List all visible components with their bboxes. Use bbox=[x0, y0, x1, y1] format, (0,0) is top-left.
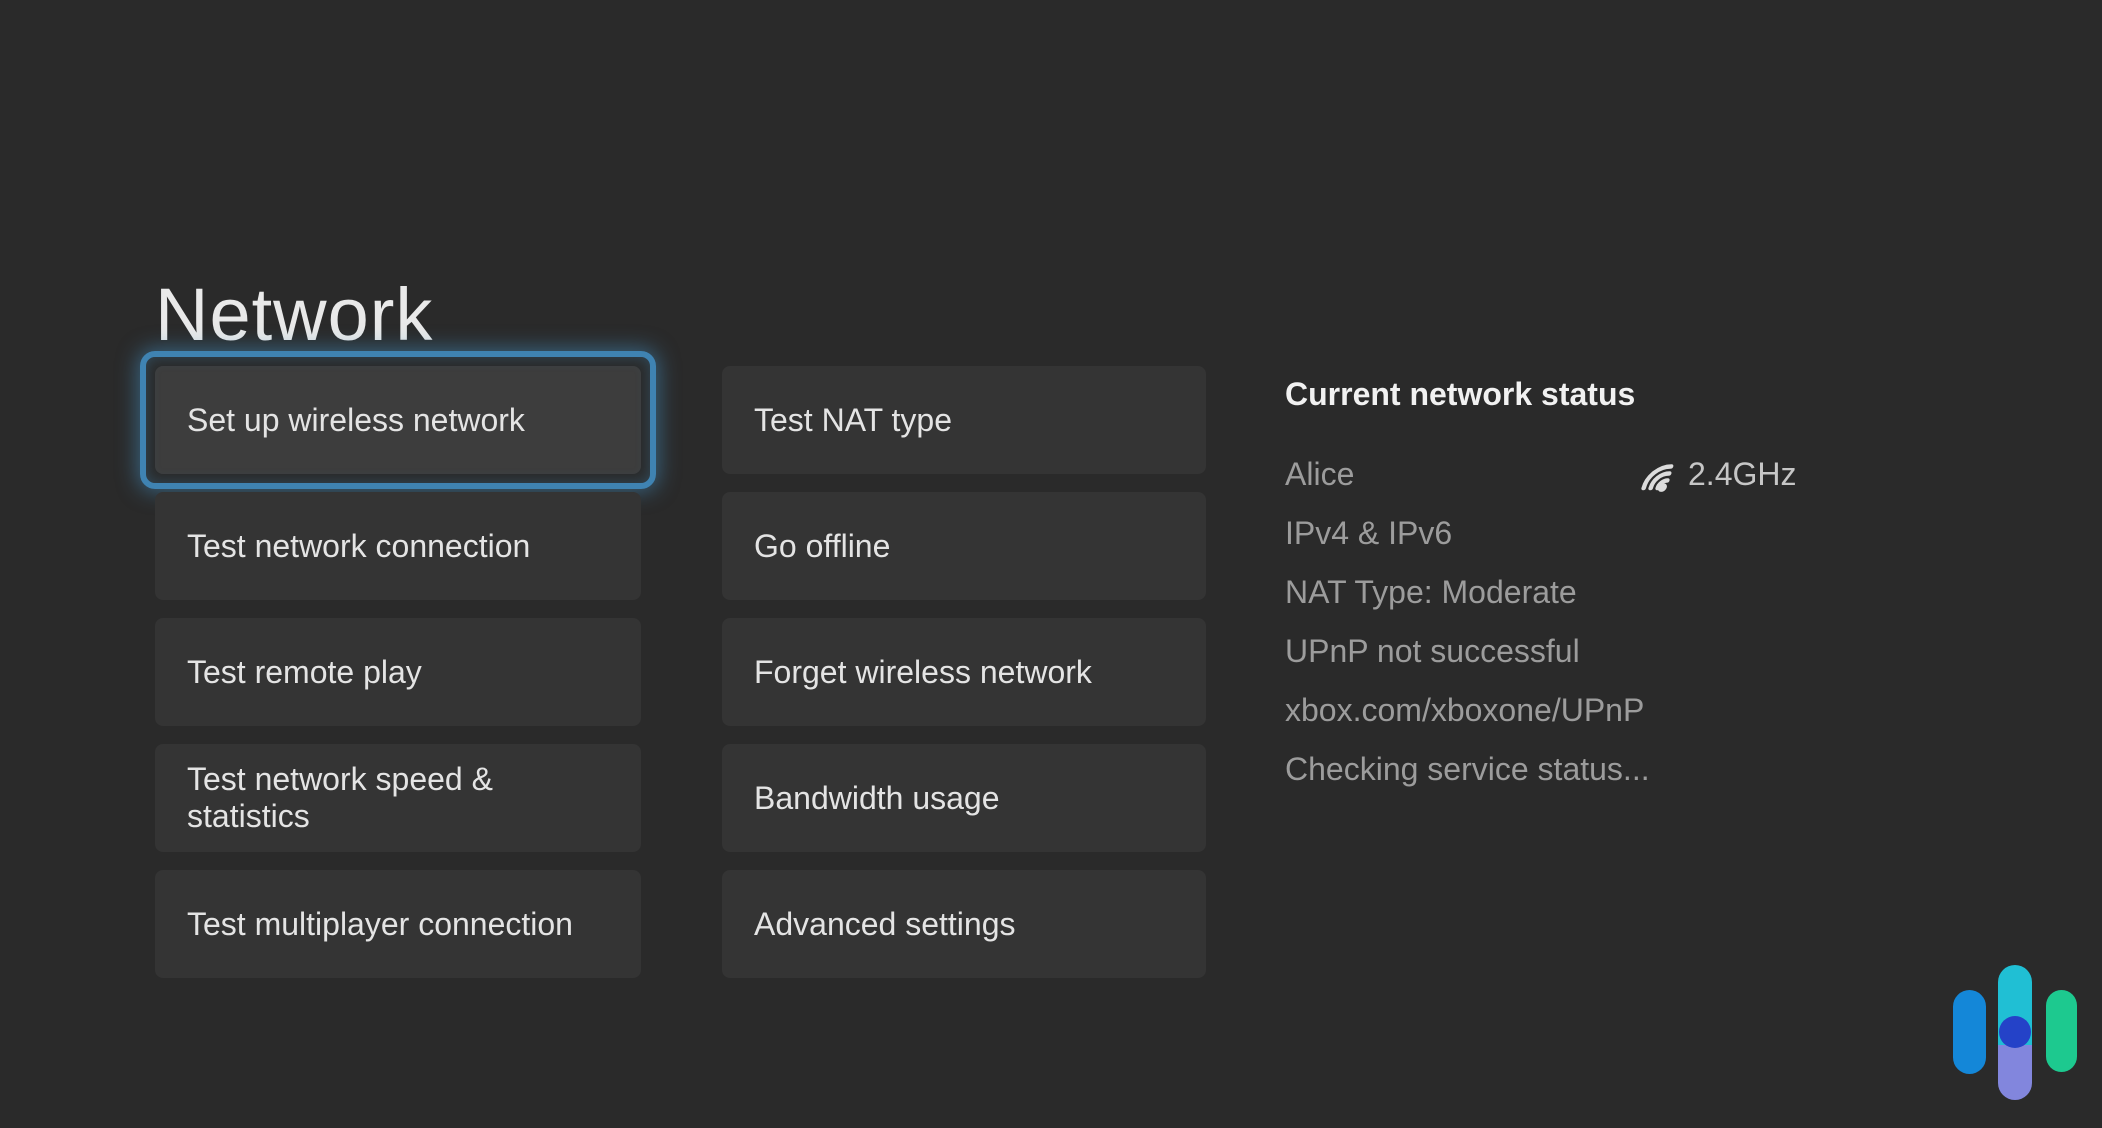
menu-column-1: Set up wireless network Test network con… bbox=[155, 366, 641, 978]
button-label: Bandwidth usage bbox=[754, 780, 1000, 817]
button-advanced-settings[interactable]: Advanced settings bbox=[722, 870, 1206, 978]
button-label: Forget wireless network bbox=[754, 654, 1092, 691]
status-heading: Current network status bbox=[1285, 376, 1825, 413]
button-test-network-connection[interactable]: Test network connection bbox=[155, 492, 641, 600]
status-text: xbox.com/xboxone/UPnP bbox=[1285, 692, 1644, 729]
status-row-network-name: Alice 2.4GHz bbox=[1285, 445, 1825, 504]
wifi-icon bbox=[1633, 456, 1675, 494]
button-test-nat-type[interactable]: Test NAT type bbox=[722, 366, 1206, 474]
button-test-network-speed-statistics[interactable]: Test network speed & statistics bbox=[155, 744, 641, 852]
button-label: Test remote play bbox=[187, 654, 422, 691]
logo-bar-middle bbox=[1998, 965, 2032, 1100]
status-row-service-status: Checking service status... bbox=[1285, 740, 1825, 799]
logo-bar-right bbox=[2046, 990, 2077, 1072]
button-label: Test NAT type bbox=[754, 402, 952, 439]
button-label: Advanced settings bbox=[754, 906, 1016, 943]
status-text: UPnP not successful bbox=[1285, 633, 1580, 670]
status-row-nat-type: NAT Type: Moderate bbox=[1285, 563, 1825, 622]
button-label: Set up wireless network bbox=[187, 402, 525, 439]
status-row-upnp: UPnP not successful bbox=[1285, 622, 1825, 681]
page-title: Network bbox=[155, 278, 433, 352]
button-test-remote-play[interactable]: Test remote play bbox=[155, 618, 641, 726]
status-text: Checking service status... bbox=[1285, 751, 1650, 788]
button-set-up-wireless-network[interactable]: Set up wireless network bbox=[155, 366, 641, 474]
wifi-band: 2.4GHz bbox=[1633, 445, 1796, 504]
band-label: 2.4GHz bbox=[1688, 456, 1796, 493]
status-text: NAT Type: Moderate bbox=[1285, 574, 1577, 611]
network-settings-screen: Network Set up wireless network Test net… bbox=[0, 0, 2102, 1128]
network-name: Alice bbox=[1285, 456, 1354, 493]
button-test-multiplayer-connection[interactable]: Test multiplayer connection bbox=[155, 870, 641, 978]
button-label: Test network connection bbox=[187, 528, 530, 565]
button-label: Test network speed & statistics bbox=[187, 761, 609, 835]
status-row-ip: IPv4 & IPv6 bbox=[1285, 504, 1825, 563]
brand-logo bbox=[1953, 965, 2077, 1100]
network-status-panel: Current network status Alice 2.4GHz bbox=[1285, 376, 1825, 799]
button-forget-wireless-network[interactable]: Forget wireless network bbox=[722, 618, 1206, 726]
logo-bar-middle-bottom bbox=[1998, 1045, 2032, 1100]
status-row-upnp-url: xbox.com/xboxone/UPnP bbox=[1285, 681, 1825, 740]
menu-column-2: Test NAT type Go offline Forget wireless… bbox=[722, 366, 1206, 978]
logo-bar-left bbox=[1953, 990, 1986, 1074]
logo-dot bbox=[1999, 1016, 2031, 1048]
status-text: IPv4 & IPv6 bbox=[1285, 515, 1452, 552]
button-label: Test multiplayer connection bbox=[187, 906, 573, 943]
button-bandwidth-usage[interactable]: Bandwidth usage bbox=[722, 744, 1206, 852]
button-go-offline[interactable]: Go offline bbox=[722, 492, 1206, 600]
button-label: Go offline bbox=[754, 528, 890, 565]
